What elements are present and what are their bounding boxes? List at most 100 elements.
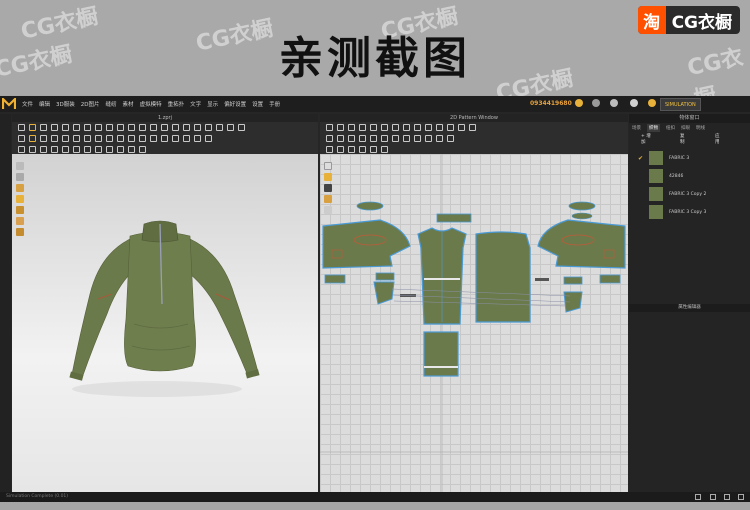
split-view-icon[interactable] <box>710 494 716 500</box>
list-item[interactable]: FABRIC 3 Copy 3 <box>629 204 750 220</box>
add-fabric-button[interactable]: + 增加 <box>641 133 652 145</box>
graphic-icon[interactable] <box>392 135 399 142</box>
topstitch-icon[interactable] <box>370 135 377 142</box>
circle-icon[interactable] <box>392 124 399 131</box>
layout-icon[interactable] <box>381 146 388 153</box>
tuck-tool-icon[interactable] <box>29 146 36 153</box>
seam-allowance-icon[interactable] <box>469 124 476 131</box>
grading-icon[interactable] <box>436 135 443 142</box>
hide-tool-icon[interactable] <box>205 124 212 131</box>
texture-tool-icon[interactable] <box>106 124 113 131</box>
menu-file[interactable]: 文件 <box>22 100 33 108</box>
trace-icon[interactable] <box>447 124 454 131</box>
fold-arrange-icon[interactable] <box>18 146 25 153</box>
thickness-tool-icon[interactable] <box>205 135 212 142</box>
apply-fabric-button[interactable]: 应用 <box>715 133 722 145</box>
tab-fabric[interactable]: 织物 <box>647 124 660 132</box>
internal-circle-icon[interactable] <box>425 124 432 131</box>
check-sew-icon[interactable] <box>51 135 58 142</box>
fitting-tool-icon[interactable] <box>73 135 80 142</box>
grid-tool-icon[interactable] <box>238 124 245 131</box>
edit-sewing-icon[interactable] <box>348 135 355 142</box>
menu-3d-garment[interactable]: 3D服装 <box>56 100 75 108</box>
lock-tool-icon[interactable] <box>194 124 201 131</box>
light-tool-icon[interactable] <box>106 135 113 142</box>
menu-manual[interactable]: 手册 <box>269 100 280 108</box>
list-item[interactable]: ✔ FABRIC 3 <box>629 150 750 166</box>
menu-retopology[interactable]: 重拓扑 <box>168 100 185 108</box>
menu-settings[interactable]: 设置 <box>252 100 263 108</box>
shrink-tool-icon[interactable] <box>62 146 69 153</box>
zipper-tool-icon[interactable] <box>128 124 135 131</box>
layer-tool-icon[interactable] <box>194 135 201 142</box>
sphere-tool-icon[interactable] <box>106 146 113 153</box>
line-tool-icon[interactable] <box>216 124 223 131</box>
sound-icon[interactable] <box>592 99 600 107</box>
3d-viewport[interactable] <box>12 154 318 492</box>
menu-avatar[interactable]: 虚拟模特 <box>140 100 162 108</box>
tab-topstitch[interactable]: 明线 <box>696 125 705 131</box>
menu-materials[interactable]: 素材 <box>123 100 134 108</box>
edit-pattern-icon[interactable] <box>326 124 333 131</box>
brush-tool-icon[interactable] <box>95 124 102 131</box>
segment-sewing-icon[interactable] <box>326 135 333 142</box>
sew-tool-icon[interactable] <box>18 135 25 142</box>
menu-2d-pattern[interactable]: 2D图片 <box>81 100 100 108</box>
xray-tool-icon[interactable] <box>183 135 190 142</box>
trim-tool-icon[interactable] <box>161 124 168 131</box>
steam-tool-icon[interactable] <box>51 146 58 153</box>
internal-rect-icon[interactable] <box>414 124 421 131</box>
menu-preferences[interactable]: 偏好设置 <box>224 100 246 108</box>
stitch-tool-icon[interactable] <box>62 135 69 142</box>
move-tool-icon[interactable] <box>29 124 36 131</box>
pen-tool-icon[interactable] <box>227 124 234 131</box>
lasso-tool-icon[interactable] <box>95 146 102 153</box>
record-tool-icon[interactable] <box>117 135 124 142</box>
2d-view-icon[interactable] <box>724 494 730 500</box>
mesh-icon[interactable] <box>414 135 421 142</box>
layout-toggle-icon[interactable] <box>695 494 701 500</box>
simulation-icon[interactable] <box>648 99 656 107</box>
render-tool-icon[interactable] <box>128 135 135 142</box>
list-item[interactable]: 42846 <box>629 168 750 184</box>
zoom-out-icon[interactable] <box>337 146 344 153</box>
free-sewing-icon[interactable] <box>337 135 344 142</box>
transform-pattern-icon[interactable] <box>337 124 344 131</box>
snap-tool-icon[interactable] <box>183 124 190 131</box>
2d-viewport[interactable] <box>320 154 628 492</box>
fold-tool-icon[interactable] <box>40 124 47 131</box>
tab-scene[interactable]: 场景 <box>632 125 641 131</box>
copy-fabric-button[interactable]: 复制 <box>680 133 687 145</box>
piping-tool-icon[interactable] <box>150 124 157 131</box>
fit-map-icon[interactable] <box>172 135 179 142</box>
arrange-tool-icon[interactable] <box>62 124 69 131</box>
menu-sewing[interactable]: 缝纫 <box>106 100 117 108</box>
tab-button[interactable]: 纽扣 <box>666 125 675 131</box>
puckering-icon[interactable] <box>403 135 410 142</box>
settings-icon[interactable] <box>630 99 638 107</box>
fold-pattern-icon[interactable] <box>359 135 366 142</box>
dart-icon[interactable] <box>436 124 443 131</box>
button-tool-icon[interactable] <box>117 124 124 131</box>
strain-map-icon[interactable] <box>150 135 157 142</box>
menu-edit[interactable]: 编辑 <box>39 100 50 108</box>
edit-curvature-icon[interactable] <box>359 124 366 131</box>
zoom-in-icon[interactable] <box>326 146 333 153</box>
edit-point-icon[interactable] <box>348 124 355 131</box>
ruler-tool-icon[interactable] <box>139 146 146 153</box>
rectangle-icon[interactable] <box>381 124 388 131</box>
reset-tool-icon[interactable] <box>73 146 80 153</box>
polygon-icon[interactable] <box>370 124 377 131</box>
internal-polygon-icon[interactable] <box>403 124 410 131</box>
mirror-tool-icon[interactable] <box>84 146 91 153</box>
tab-buttonhole[interactable]: 扣眼 <box>681 125 690 131</box>
simulation-mode-dropdown[interactable]: SIMULATION <box>660 98 701 111</box>
flatten-tool-icon[interactable] <box>40 146 47 153</box>
plane-tool-icon[interactable] <box>128 146 135 153</box>
menu-display[interactable]: 显示 <box>207 100 218 108</box>
cylinder-tool-icon[interactable] <box>117 146 124 153</box>
free-sew-icon[interactable] <box>40 135 47 142</box>
avatar-tool-icon[interactable] <box>84 135 91 142</box>
symmetry-icon[interactable] <box>425 135 432 142</box>
3d-view-icon[interactable] <box>738 494 744 500</box>
